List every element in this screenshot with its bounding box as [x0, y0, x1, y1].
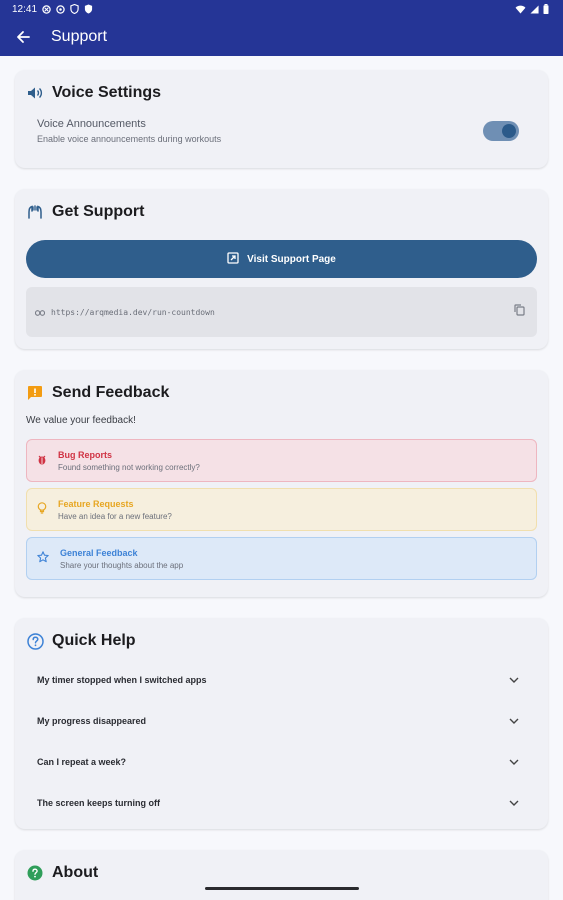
link-icon [34, 303, 46, 321]
get-support-card: Get Support Visit Support Page https://a… [15, 189, 548, 349]
faq-item-screen-turning-off[interactable]: The screen keeps turning off [26, 782, 537, 823]
shield-filled-icon [84, 4, 93, 14]
feature-requests-description: Have an idea for a new feature? [58, 511, 172, 521]
feedback-intro: We value your feedback! [26, 415, 136, 426]
faq-item-progress-disappeared[interactable]: My progress disappeared [26, 700, 537, 741]
general-feedback-description: Share your thoughts about the app [60, 560, 184, 570]
bug-reports-item[interactable]: Bug Reports Found something not working … [26, 439, 537, 482]
general-feedback-item[interactable]: General Feedback Share your thoughts abo… [26, 537, 537, 580]
lightbulb-icon [37, 501, 47, 519]
about-title: About [52, 864, 99, 881]
chevron-down-icon [509, 798, 519, 808]
page-title: Support [51, 28, 108, 45]
bug-icon [37, 452, 47, 470]
visit-support-page-button[interactable]: Visit Support Page [26, 240, 537, 278]
help-circle-icon [26, 632, 44, 650]
support-content[interactable]: Voice Settings Voice Announcements Enabl… [0, 56, 563, 900]
home-indicator[interactable] [205, 887, 359, 890]
general-feedback-title: General Feedback [60, 547, 138, 558]
star-icon [37, 550, 49, 568]
faq-item-timer-stopped[interactable]: My timer stopped when I switched apps [26, 659, 537, 700]
visit-support-page-label: Visit Support Page [247, 253, 336, 265]
volume-icon [26, 84, 44, 102]
voice-settings-title: Voice Settings [52, 84, 162, 101]
chevron-down-icon [509, 757, 519, 767]
faq-question: Can I repeat a week? [37, 756, 127, 767]
support-hands-icon [26, 203, 44, 221]
feature-requests-item[interactable]: Feature Requests Have an idea for a new … [26, 488, 537, 531]
about-card: About [15, 850, 548, 900]
arrow-left-icon [17, 31, 30, 43]
battery-icon [543, 4, 549, 14]
voice-announcements-toggle[interactable] [483, 121, 519, 141]
status-time: 12:41 [12, 3, 38, 15]
bug-reports-description: Found something not working correctly? [58, 462, 200, 472]
app-bar: Support [0, 18, 563, 56]
faq-item-repeat-week[interactable]: Can I repeat a week? [26, 741, 537, 782]
shield-icon [70, 4, 79, 14]
voice-settings-card: Voice Settings Voice Announcements Enabl… [15, 70, 548, 168]
copy-icon[interactable] [514, 303, 525, 321]
faq-question: The screen keeps turning off [37, 797, 161, 808]
voice-announcements-description: Enable voice announcements during workou… [37, 134, 222, 144]
toggle-knob [502, 124, 516, 138]
support-url-field[interactable]: https://arqmedia.dev/run-countdown [26, 287, 537, 337]
get-support-title: Get Support [52, 203, 145, 220]
chevron-down-icon [509, 675, 519, 685]
sync-icon [56, 4, 65, 14]
bug-reports-title: Bug Reports [58, 449, 112, 460]
faq-question: My timer stopped when I switched apps [37, 674, 207, 685]
quick-help-title: Quick Help [52, 632, 136, 649]
feature-requests-title: Feature Requests [58, 498, 134, 509]
info-icon [26, 864, 44, 882]
support-url-text: https://arqmedia.dev/run-countdown [51, 307, 215, 317]
voice-announcements-label: Voice Announcements [37, 118, 146, 130]
faq-question: My progress disappeared [37, 715, 147, 726]
chevron-down-icon [509, 716, 519, 726]
status-bar: 12:41 [0, 0, 563, 18]
open-in-new-icon [227, 251, 239, 267]
signal-icon [530, 4, 539, 14]
send-feedback-card: Send Feedback We value your feedback! Bu… [15, 370, 548, 597]
send-feedback-title: Send Feedback [52, 384, 170, 401]
notification-icon [42, 4, 51, 14]
voice-announcements-row[interactable]: Voice Announcements Enable voice announc… [26, 118, 537, 144]
feedback-icon [26, 384, 44, 402]
back-button[interactable] [12, 26, 34, 48]
wifi-icon [515, 5, 526, 14]
quick-help-card: Quick Help My timer stopped when I switc… [15, 618, 548, 829]
